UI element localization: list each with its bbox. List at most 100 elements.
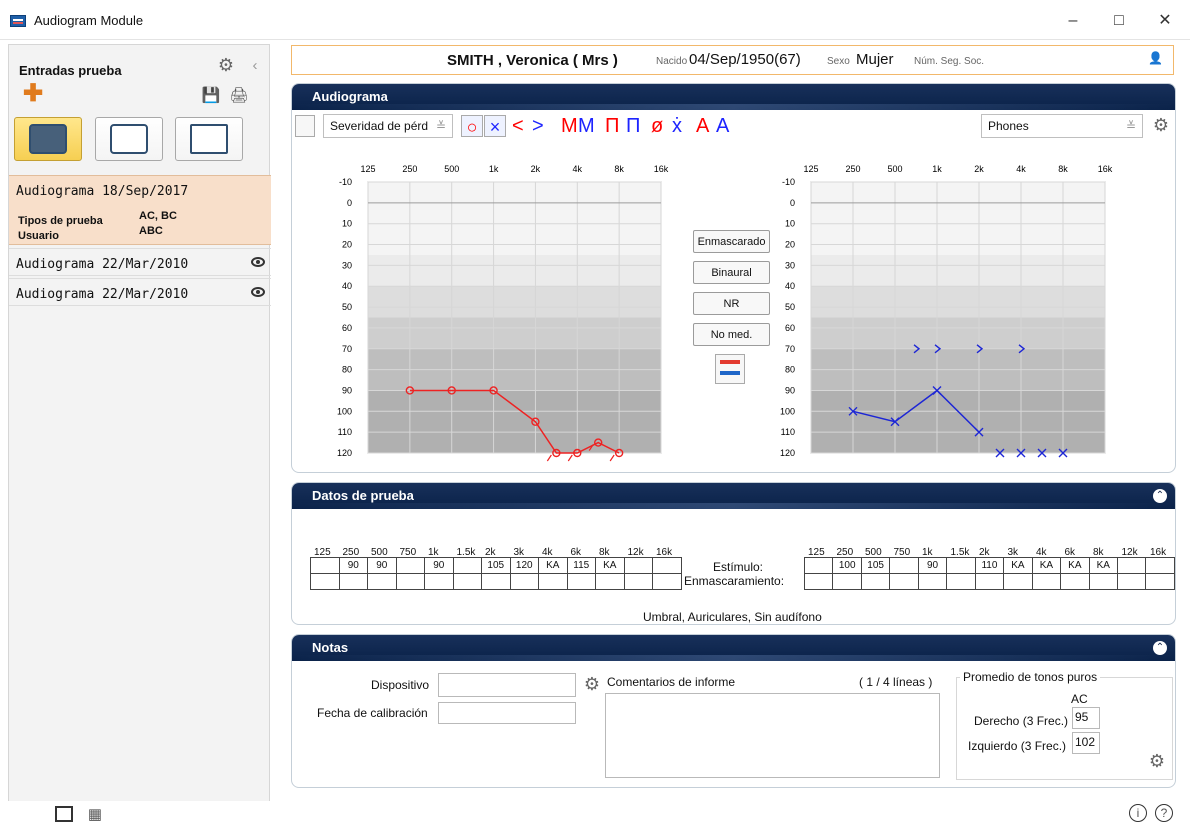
threshold-cell[interactable]: 90 <box>424 557 454 574</box>
threshold-cell[interactable]: KA <box>538 557 568 574</box>
settings-icon[interactable]: ⚙ <box>582 674 602 694</box>
masking-cell[interactable] <box>1145 573 1175 590</box>
calibration-date-input[interactable] <box>438 702 576 724</box>
eye-icon[interactable] <box>251 287 265 297</box>
record-item[interactable]: Audiograma 22/Mar/2010 <box>9 248 271 276</box>
masking-cell[interactable] <box>889 573 919 590</box>
threshold-cell[interactable] <box>452 557 482 574</box>
masking-cell[interactable] <box>509 573 539 590</box>
threshold-cell[interactable] <box>395 557 425 574</box>
comments-textarea[interactable] <box>605 693 940 778</box>
masking-cell[interactable] <box>946 573 976 590</box>
save-icon[interactable]: 💾 <box>202 86 221 104</box>
hearing-loss-band <box>811 254 1105 287</box>
layout-list-icon[interactable] <box>55 806 73 822</box>
hearing-loss-band <box>811 182 1105 255</box>
threshold-cell[interactable]: 105 <box>860 557 891 574</box>
masking-cell[interactable] <box>1031 573 1062 590</box>
threshold-cell[interactable] <box>889 557 919 574</box>
threshold-cell[interactable]: 115 <box>566 557 596 574</box>
masking-cell[interactable] <box>395 573 425 590</box>
y-tick-label: 60 <box>785 323 795 333</box>
audiogram-test-tile[interactable] <box>14 117 82 161</box>
test-data-panel: Datos de prueba ⌃ 125 250 500 750 1k 1.5k 2k 3k… <box>291 482 1176 625</box>
threshold-cell[interactable]: 110 <box>974 557 1005 574</box>
eye-icon[interactable] <box>251 257 265 267</box>
masking-cell[interactable] <box>860 573 891 590</box>
masking-button[interactable]: Enmascarado <box>693 230 770 253</box>
swap-ears-button[interactable] <box>715 354 745 384</box>
threshold-cell[interactable] <box>652 557 682 574</box>
threshold-cell[interactable]: KA <box>1060 557 1090 574</box>
collapse-icon[interactable]: ⌃ <box>1153 641 1167 655</box>
threshold-cell[interactable] <box>623 557 653 574</box>
masking-cell[interactable] <box>652 573 682 590</box>
y-tick-label: 100 <box>780 406 795 416</box>
x-tick-label: 4k <box>1016 164 1026 174</box>
sidebar-title: Entradas prueba <box>19 63 122 78</box>
threshold-cell[interactable]: 120 <box>509 557 539 574</box>
threshold-cell[interactable]: KA <box>1031 557 1062 574</box>
masking-cell[interactable] <box>1088 573 1119 590</box>
threshold-cell[interactable]: 90 <box>367 557 397 574</box>
device-select[interactable] <box>438 673 576 697</box>
collapse-icon[interactable]: ⌃ <box>1153 489 1167 503</box>
layout-grid-icon[interactable]: ▦ <box>86 806 104 823</box>
y-tick-label: 30 <box>342 260 352 270</box>
masking-cell[interactable] <box>1060 573 1090 590</box>
add-icon[interactable]: ✚ <box>22 80 44 107</box>
help-icon[interactable]: ? <box>1155 804 1173 822</box>
settings-icon[interactable]: ⚙ <box>216 55 236 75</box>
masking-cell[interactable] <box>481 573 511 590</box>
swap-left-arrow-icon <box>720 371 740 375</box>
masking-cell[interactable] <box>367 573 397 590</box>
threshold-cell[interactable]: 90 <box>917 557 948 574</box>
masking-cell[interactable] <box>1003 573 1033 590</box>
threshold-cell[interactable]: KA <box>1088 557 1119 574</box>
print-icon[interactable]: 🖨 <box>229 86 248 104</box>
notes-panel: Notas ⌃ Dispositivo ⚙ Fecha de calibraci… <box>291 634 1176 788</box>
tymp-test-tile[interactable] <box>175 117 243 161</box>
threshold-cell[interactable] <box>1117 557 1147 574</box>
right-average-value: 95 <box>1072 707 1100 729</box>
threshold-cell[interactable]: KA <box>1003 557 1033 574</box>
masking-cell[interactable] <box>566 573 596 590</box>
right-ear-audiogram: -10 0 10 20 30 40 50 60 70 80 90 100 110 120 125 250 500… <box>337 164 669 462</box>
threshold-cell[interactable]: KA <box>595 557 625 574</box>
threshold-cell[interactable]: 90 <box>338 557 368 574</box>
binaural-button[interactable]: Binaural <box>693 261 770 284</box>
masking-cell[interactable] <box>803 573 834 590</box>
right-data-table: 90 90 90 105 120 KA 115 KA <box>310 557 682 590</box>
masking-cell[interactable] <box>917 573 948 590</box>
threshold-cell[interactable]: 100 <box>832 557 862 574</box>
settings-icon[interactable]: ⚙ <box>1147 751 1167 771</box>
masking-cell[interactable] <box>424 573 454 590</box>
masking-cell[interactable] <box>338 573 368 590</box>
minimize-button[interactable]: – <box>1053 8 1093 34</box>
threshold-cell[interactable] <box>803 557 834 574</box>
maximize-button[interactable]: □ <box>1099 8 1139 34</box>
not-measured-button[interactable]: No med. <box>693 323 770 346</box>
masking-cell[interactable] <box>452 573 482 590</box>
masking-cell[interactable] <box>310 573 340 590</box>
masking-cell[interactable] <box>623 573 653 590</box>
audiogram-panel-header: Audiograma <box>292 84 1175 110</box>
threshold-cell[interactable]: 105 <box>481 557 511 574</box>
record-item[interactable]: Audiograma 18/Sep/2017 Tipos de prueba A… <box>9 175 271 245</box>
close-button[interactable]: ✕ <box>1145 8 1185 34</box>
test-entries-sidebar: Entradas prueba ⚙ ‹ ✚ 💾 🖨 Audiograma 18/… <box>8 44 271 802</box>
threshold-cell[interactable] <box>1145 557 1175 574</box>
speech-test-tile[interactable] <box>95 117 163 161</box>
hearing-loss-band <box>368 286 661 318</box>
record-item[interactable]: Audiograma 22/Mar/2010 <box>9 278 271 306</box>
info-icon[interactable]: i <box>1129 804 1147 822</box>
masking-cell[interactable] <box>538 573 568 590</box>
threshold-cell[interactable] <box>946 557 976 574</box>
masking-cell[interactable] <box>832 573 862 590</box>
no-response-button[interactable]: NR <box>693 292 770 315</box>
masking-cell[interactable] <box>974 573 1005 590</box>
threshold-cell[interactable] <box>310 557 340 574</box>
masking-cell[interactable] <box>1117 573 1147 590</box>
collapse-sidebar-icon[interactable]: ‹ <box>247 56 263 74</box>
masking-cell[interactable] <box>595 573 625 590</box>
